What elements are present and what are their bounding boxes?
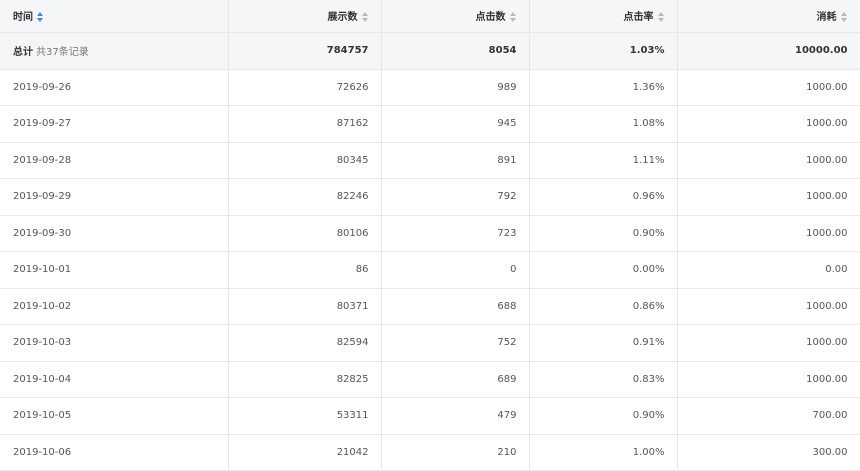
- cell-date: 2019-09-30: [0, 215, 229, 252]
- cell-clicks: 210: [381, 434, 530, 471]
- cell-clicks: 0: [381, 251, 530, 289]
- column-header-cost[interactable]: 消耗: [677, 0, 860, 33]
- column-header-label: 点击率: [623, 12, 654, 24]
- table-row: 2019-09-26 72626 989 1.36% 1000.00: [0, 69, 860, 106]
- cell-clicks: 945: [381, 105, 530, 143]
- table-row: 2019-09-28 80345 891 1.11% 1000.00: [0, 142, 860, 179]
- cell-cost: 1000.00: [677, 105, 860, 143]
- cell-clicks: 989: [381, 69, 530, 106]
- cell-ctr: 0.86%: [529, 288, 678, 325]
- column-header-date[interactable]: 时间: [0, 0, 229, 33]
- sort-icon[interactable]: [37, 12, 44, 23]
- total-clicks: 8054: [381, 32, 530, 70]
- column-header-clicks[interactable]: 点击数: [381, 0, 530, 33]
- cell-cost: 300.00: [677, 434, 860, 471]
- cell-ctr: 0.90%: [529, 215, 678, 252]
- cell-ctr: 1.08%: [529, 105, 678, 143]
- cell-impressions: 21042: [228, 434, 382, 471]
- cell-clicks: 688: [381, 288, 530, 325]
- record-count: 共37条记录: [36, 47, 89, 58]
- table-row: 2019-09-29 82246 792 0.96% 1000.00: [0, 178, 860, 216]
- table-row: 2019-10-06 21042 210 1.00% 300.00: [0, 434, 860, 471]
- cell-date: 2019-09-27: [0, 105, 229, 143]
- cell-ctr: 1.00%: [529, 434, 678, 471]
- column-header-label: 消耗: [816, 12, 837, 24]
- cell-date: 2019-10-02: [0, 288, 229, 325]
- table-row: 2019-10-01 86 0 0.00% 0.00: [0, 251, 860, 289]
- table-row: 2019-10-02 80371 688 0.86% 1000.00: [0, 288, 860, 325]
- total-ctr: 1.03%: [529, 32, 678, 70]
- column-header-ctr[interactable]: 点击率: [529, 0, 678, 33]
- report-table: 时间 展示数 点击数 点击率 消耗 总计 共37条记录 784757 8054 1…: [0, 0, 860, 471]
- cell-cost: 700.00: [677, 397, 860, 435]
- cell-ctr: 1.11%: [529, 142, 678, 179]
- total-label: 总计: [13, 47, 33, 58]
- table-row: 2019-09-30 80106 723 0.90% 1000.00: [0, 215, 860, 252]
- table-row: 2019-10-05 53311 479 0.90% 700.00: [0, 397, 860, 435]
- cell-ctr: 0.90%: [529, 397, 678, 435]
- column-header-impressions[interactable]: 展示数: [228, 0, 382, 33]
- cell-impressions: 72626: [228, 69, 382, 106]
- table-row: 2019-09-27 87162 945 1.08% 1000.00: [0, 105, 860, 143]
- cell-ctr: 0.00%: [529, 251, 678, 289]
- cell-impressions: 80345: [228, 142, 382, 179]
- cell-cost: 1000.00: [677, 69, 860, 106]
- cell-cost: 1000.00: [677, 142, 860, 179]
- cell-cost: 1000.00: [677, 215, 860, 252]
- cell-date: 2019-10-06: [0, 434, 229, 471]
- cell-clicks: 689: [381, 361, 530, 398]
- column-header-label: 展示数: [327, 12, 358, 24]
- cell-impressions: 82246: [228, 178, 382, 216]
- cell-cost: 1000.00: [677, 288, 860, 325]
- sort-icon[interactable]: [361, 12, 369, 23]
- table-row: 2019-10-04 82825 689 0.83% 1000.00: [0, 361, 860, 398]
- cell-date: 2019-10-04: [0, 361, 229, 398]
- cell-impressions: 82594: [228, 324, 382, 362]
- total-label-cell: 总计 共37条记录: [0, 32, 229, 70]
- sort-icon[interactable]: [657, 12, 665, 23]
- sort-icon[interactable]: [840, 12, 848, 23]
- column-header-label: 点击数: [475, 12, 506, 24]
- cell-ctr: 1.36%: [529, 69, 678, 106]
- cell-clicks: 891: [381, 142, 530, 179]
- cell-cost: 1000.00: [677, 324, 860, 362]
- table-row: 2019-10-03 82594 752 0.91% 1000.00: [0, 324, 860, 362]
- cell-date: 2019-09-29: [0, 178, 229, 216]
- total-impressions: 784757: [228, 32, 382, 70]
- cell-ctr: 0.83%: [529, 361, 678, 398]
- cell-clicks: 723: [381, 215, 530, 252]
- cell-impressions: 82825: [228, 361, 382, 398]
- cell-date: 2019-10-01: [0, 251, 229, 289]
- total-row: 总计 共37条记录 784757 8054 1.03% 10000.00: [0, 32, 860, 70]
- cell-clicks: 752: [381, 324, 530, 362]
- cell-date: 2019-09-28: [0, 142, 229, 179]
- cell-impressions: 80106: [228, 215, 382, 252]
- cell-clicks: 792: [381, 178, 530, 216]
- total-cost: 10000.00: [677, 32, 860, 70]
- column-header-label: 时间: [13, 12, 33, 24]
- cell-date: 2019-09-26: [0, 69, 229, 106]
- cell-cost: 0.00: [677, 251, 860, 289]
- cell-ctr: 0.91%: [529, 324, 678, 362]
- cell-ctr: 0.96%: [529, 178, 678, 216]
- cell-impressions: 53311: [228, 397, 382, 435]
- cell-impressions: 86: [228, 251, 382, 289]
- cell-impressions: 87162: [228, 105, 382, 143]
- cell-impressions: 80371: [228, 288, 382, 325]
- cell-cost: 1000.00: [677, 361, 860, 398]
- sort-icon[interactable]: [509, 12, 517, 23]
- cell-cost: 1000.00: [677, 178, 860, 216]
- cell-clicks: 479: [381, 397, 530, 435]
- cell-date: 2019-10-05: [0, 397, 229, 435]
- cell-date: 2019-10-03: [0, 324, 229, 362]
- header-row: 时间 展示数 点击数 点击率 消耗: [0, 0, 860, 33]
